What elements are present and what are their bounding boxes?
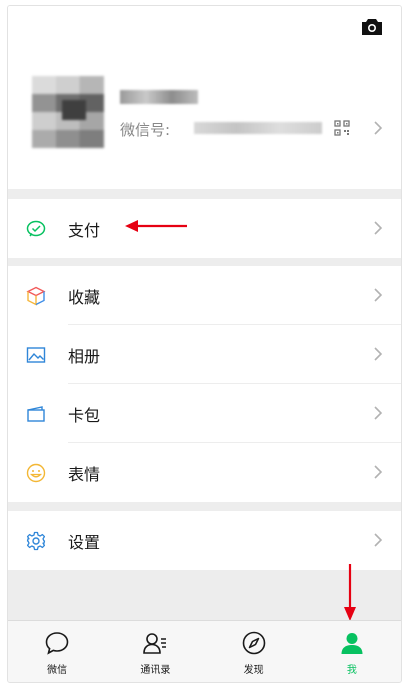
tab-label: 通讯录 xyxy=(140,665,171,676)
menu-label-album: 相册 xyxy=(68,347,101,366)
menu-item-stickers[interactable]: 表情 xyxy=(8,443,401,502)
chat-bubble-icon xyxy=(45,632,69,655)
menu-item-settings[interactable]: 设置 xyxy=(8,511,401,570)
compass-icon xyxy=(242,631,265,655)
chevron-right-icon xyxy=(374,347,383,361)
chevron-right-icon xyxy=(374,221,383,235)
annotation-arrow-left-icon xyxy=(125,220,187,232)
tab-contacts[interactable]: 通讯录 xyxy=(106,621,204,682)
album-picture-icon xyxy=(26,347,46,363)
tab-label: 微信 xyxy=(47,665,68,676)
wechat-id-blurred xyxy=(194,122,322,134)
menu-item-album[interactable]: 相册 xyxy=(8,325,401,384)
camera-icon[interactable] xyxy=(361,18,383,36)
pay-icon xyxy=(26,220,46,237)
annotation-arrow-down-icon xyxy=(344,564,356,621)
menu-label-cards: 卡包 xyxy=(68,406,101,425)
avatar[interactable] xyxy=(32,76,104,148)
chevron-right-icon xyxy=(374,121,383,135)
qr-code-icon[interactable] xyxy=(334,120,350,136)
menu-label-favorites: 收藏 xyxy=(68,288,101,307)
menu-item-cards[interactable]: 卡包 xyxy=(8,384,401,443)
menu-label-stickers: 表情 xyxy=(68,465,101,484)
menu-item-pay[interactable]: 支付 xyxy=(8,199,401,258)
nickname-blurred xyxy=(120,90,198,104)
menu-item-favorites[interactable]: 收藏 xyxy=(8,266,401,325)
chevron-right-icon xyxy=(374,465,383,479)
person-icon xyxy=(341,633,363,654)
menu-group-settings: 设置 xyxy=(8,511,401,570)
chevron-right-icon xyxy=(374,406,383,420)
tab-discover[interactable]: 发现 xyxy=(205,621,303,682)
tab-chats[interactable]: 微信 xyxy=(8,621,106,682)
bottom-tab-bar: 微信 通讯录 发现 我 xyxy=(8,620,401,682)
card-wallet-icon xyxy=(27,406,45,422)
chevron-right-icon xyxy=(374,288,383,302)
gear-icon xyxy=(26,531,46,551)
tab-label: 发现 xyxy=(243,665,264,676)
profile-header[interactable]: 微信号: xyxy=(8,6,401,189)
menu-group-pay: 支付 xyxy=(8,199,401,258)
wechat-id-label: 微信号: xyxy=(120,121,171,139)
tab-me[interactable]: 我 xyxy=(303,621,401,682)
menu-group-main: 收藏 相册 卡包 表情 xyxy=(8,266,401,502)
menu-label-pay: 支付 xyxy=(68,221,101,240)
chevron-right-icon xyxy=(374,533,383,547)
app-screen: 微信号: 支付 收藏 相册 卡包 表情 设置 微信 通讯录 发现 我 xyxy=(7,5,402,683)
contacts-icon xyxy=(143,633,167,654)
tab-label: 我 xyxy=(346,665,357,676)
smiley-face-icon xyxy=(26,463,46,483)
favorites-cube-icon xyxy=(26,286,46,306)
menu-label-settings: 设置 xyxy=(68,533,101,552)
